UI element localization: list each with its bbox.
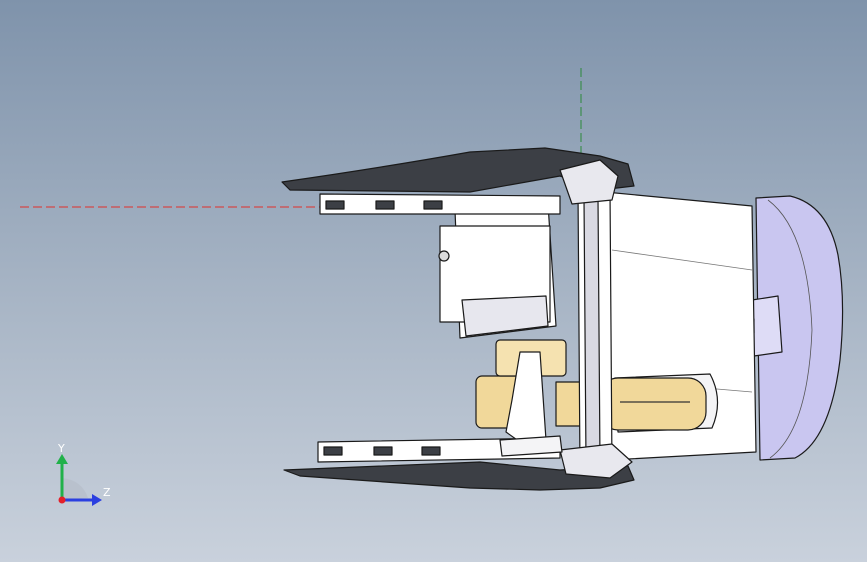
orientation-triad xyxy=(56,454,102,506)
triad-y-arrow xyxy=(56,454,68,464)
model-scene[interactable] xyxy=(0,0,867,562)
rear-cap-latch[interactable] xyxy=(751,295,783,357)
lower-slot-2 xyxy=(373,446,393,456)
triad-xz-plane xyxy=(62,478,88,500)
upper-slot-1 xyxy=(325,200,345,210)
upper-block-face xyxy=(461,295,549,337)
motor-cylinder[interactable] xyxy=(599,377,707,431)
section-model[interactable] xyxy=(281,147,844,491)
lower-slot-1 xyxy=(323,446,343,456)
triad-z-label: Z xyxy=(103,486,111,499)
lower-slot-3 xyxy=(421,446,441,456)
triad-x-origin xyxy=(58,496,66,504)
wall-section-cut xyxy=(583,197,601,463)
triad-y-label: Y xyxy=(58,442,65,455)
upper-slot-3 xyxy=(423,200,443,210)
upper-slot-2 xyxy=(375,200,395,210)
upper-rivet xyxy=(438,250,450,262)
cad-viewport[interactable]: Y Z xyxy=(0,0,867,562)
triad-z-arrow xyxy=(92,494,102,506)
lower-bracket-arm xyxy=(499,435,563,457)
